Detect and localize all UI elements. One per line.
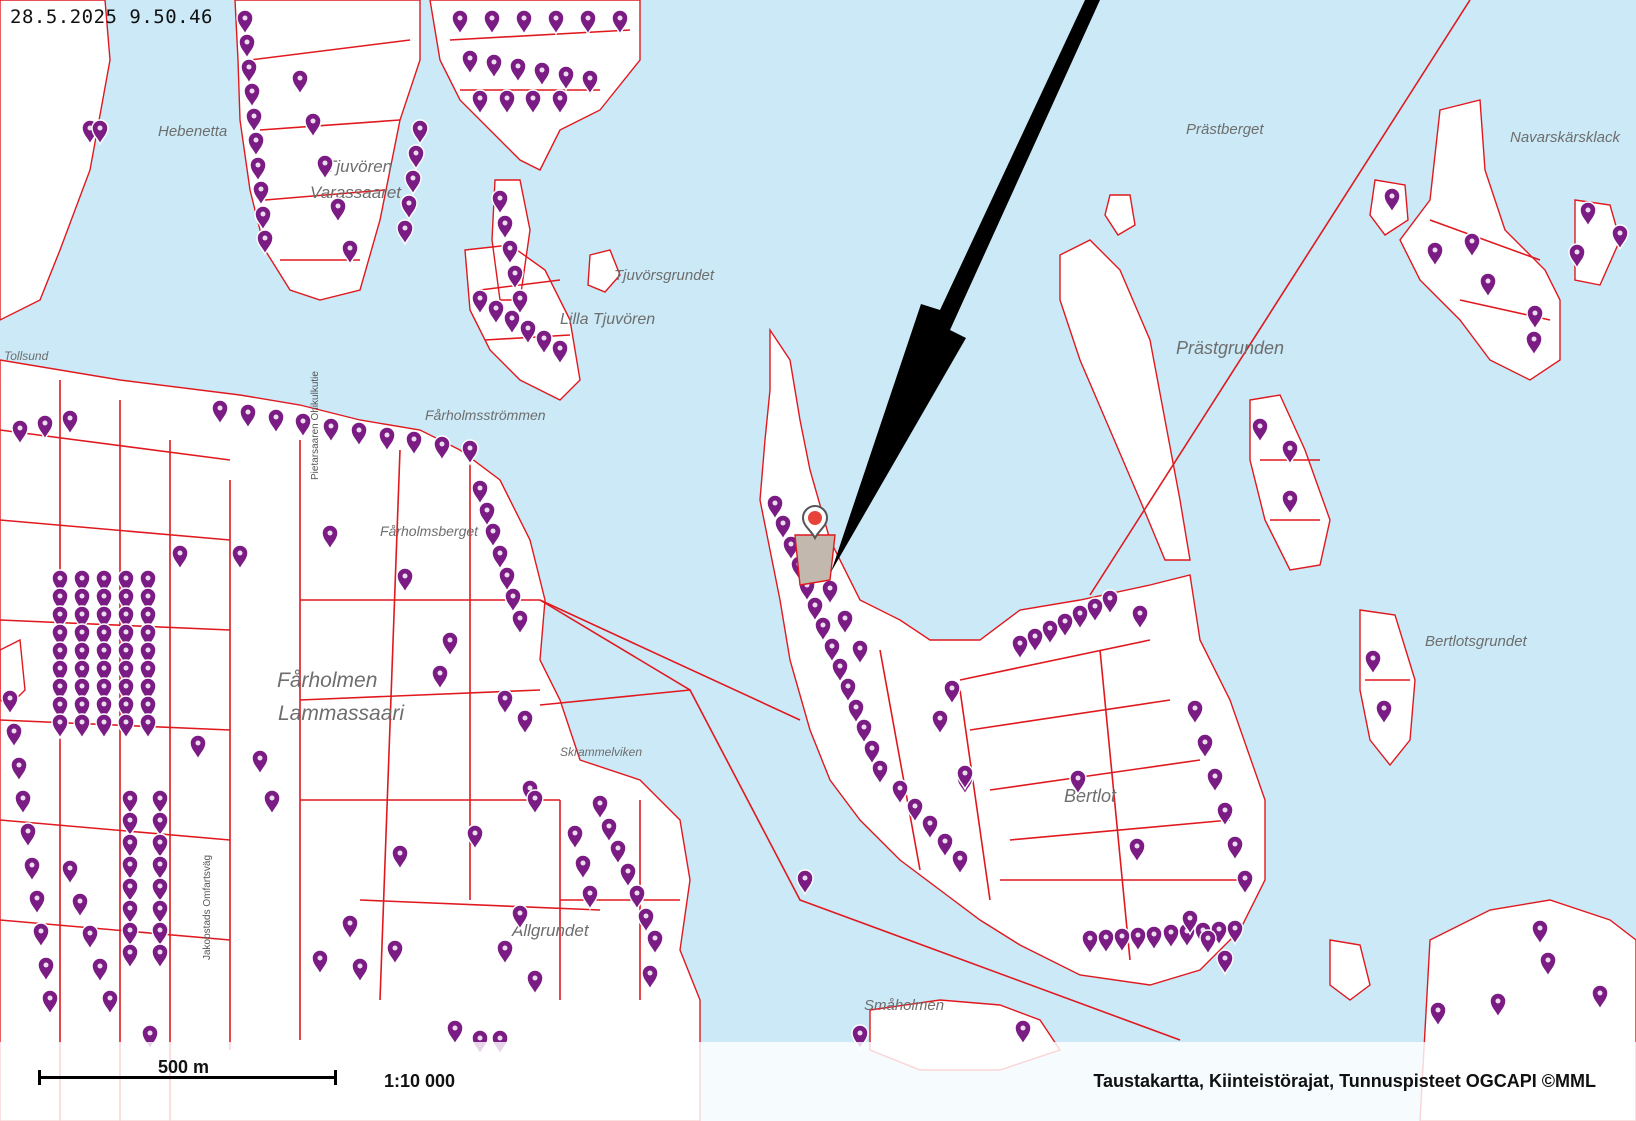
road-label: Jakobstads Omfartsväg <box>202 855 213 960</box>
place-label: Bertlotsgrundet <box>1425 633 1528 650</box>
place-label: Prästberget <box>1186 121 1264 138</box>
place-label: Lilla Tjuvören <box>560 311 655 328</box>
place-label: Navarskärsklack <box>1510 129 1622 146</box>
place-label: Prästgrunden <box>1176 338 1284 358</box>
place-label: Varassaaret <box>310 183 402 202</box>
selected-parcel[interactable] <box>794 534 836 586</box>
scale-bar <box>38 1076 336 1079</box>
place-label: Lammassaari <box>278 702 405 725</box>
scale-label: 500 m <box>158 1057 210 1077</box>
place-label: Tollsund <box>4 349 49 363</box>
scale-tick-right <box>334 1070 337 1085</box>
place-label: Småholmen <box>864 997 944 1014</box>
road-label: Pietarsaaren Ohikulkutie <box>310 371 321 480</box>
scale-ratio: 1:10 000 <box>384 1071 456 1091</box>
place-label: Hebenetta <box>158 123 227 140</box>
place-label: Skrammelviken <box>560 745 642 759</box>
place-label: Fårholmen <box>277 669 377 692</box>
place-label: Fårholmsberget <box>380 523 479 539</box>
attribution: Taustakartta, Kiinteistörajat, Tunnuspis… <box>1093 1071 1596 1091</box>
place-label: Bertlot <box>1064 786 1117 806</box>
scale-tick-left <box>38 1070 41 1085</box>
map-canvas[interactable]: Hebenetta Tjuvören Varassaaret Tjuvörsgrund… <box>0 0 1636 1121</box>
map-layer[interactable]: Hebenetta Tjuvören Varassaaret Tjuvörsgrund… <box>0 0 1636 1121</box>
place-label: Fårholmsströmmen <box>425 407 546 423</box>
place-label: Tjuvörsgrundet <box>614 267 715 284</box>
timestamp: 28.5.2025 9.50.46 <box>10 6 213 28</box>
place-label: Tjuvören <box>326 157 392 176</box>
